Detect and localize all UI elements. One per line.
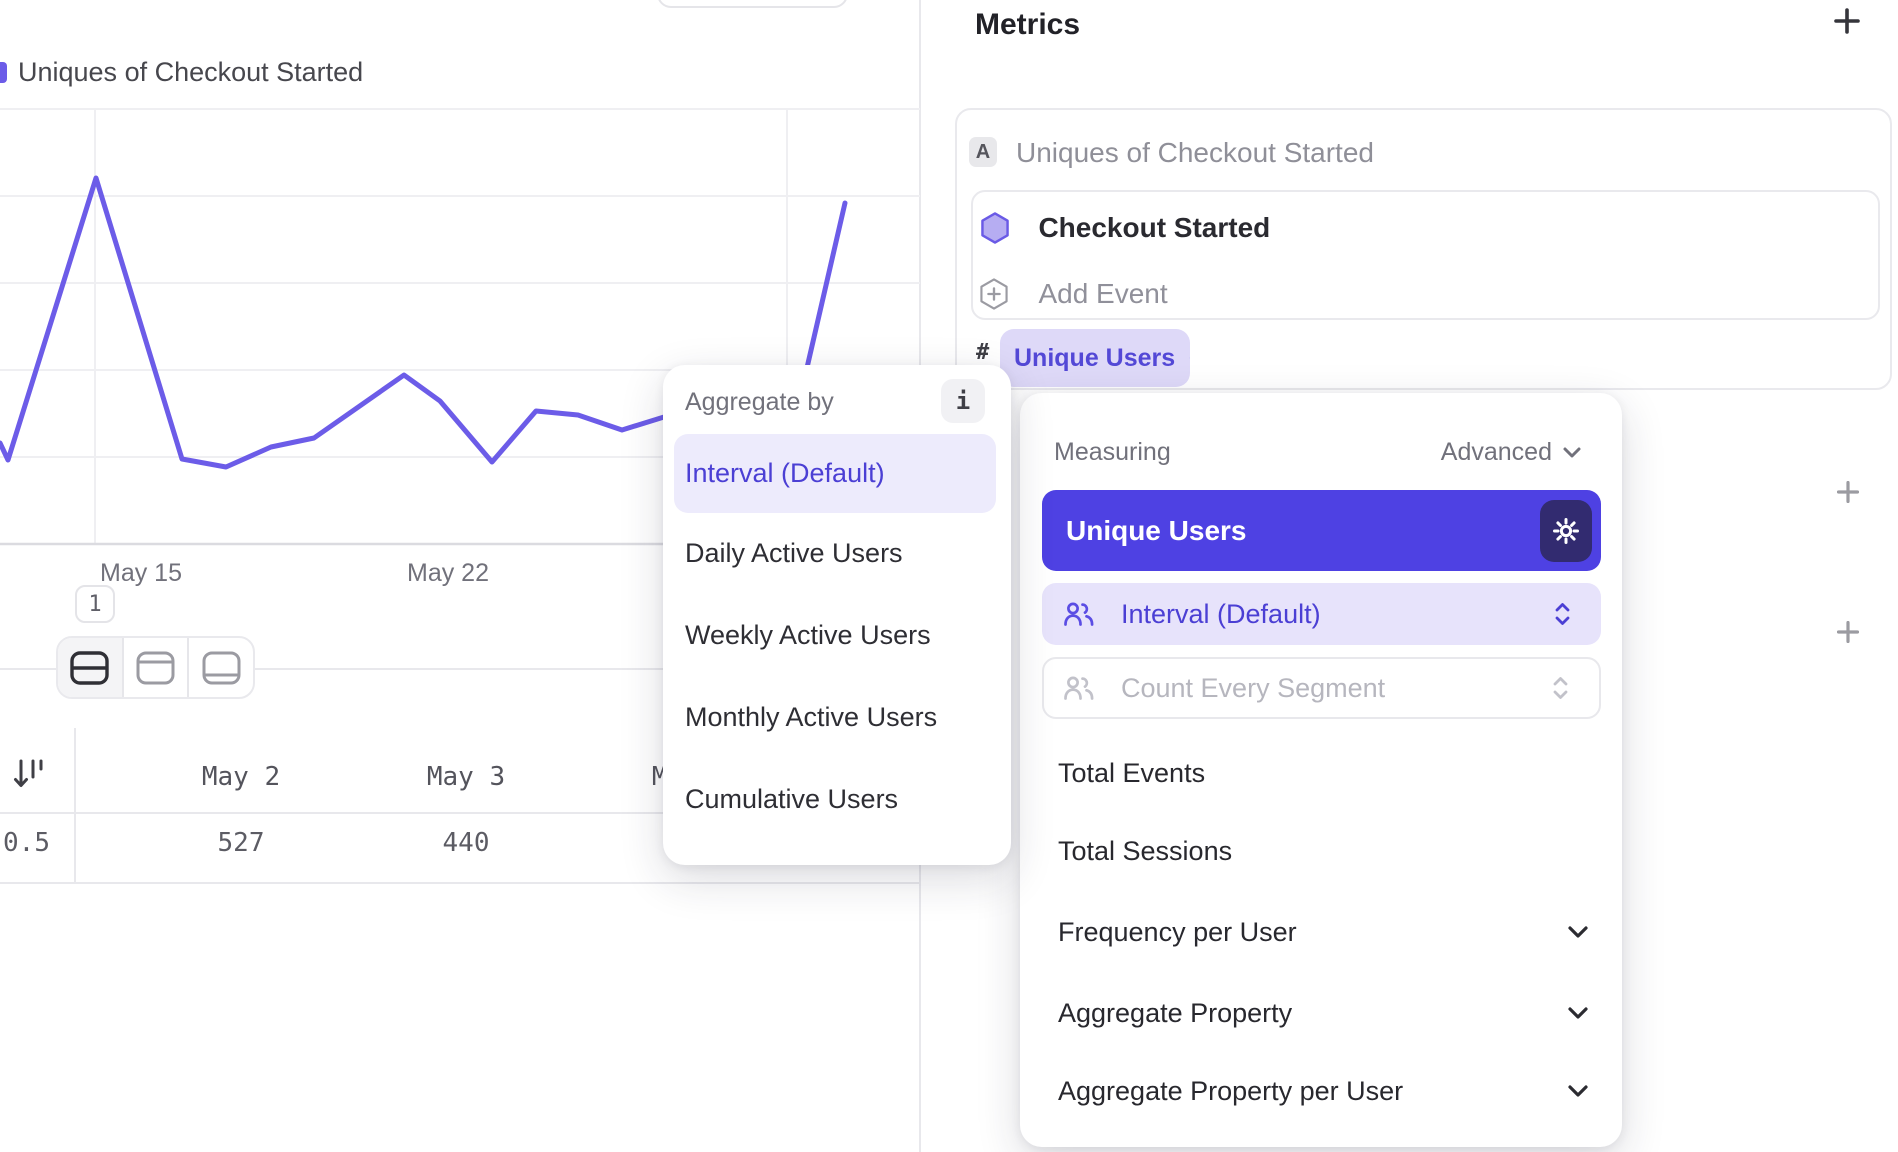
info-icon[interactable]: i bbox=[941, 379, 985, 423]
chevron-down-icon bbox=[1567, 1006, 1589, 1020]
table-cell-value: 440 bbox=[366, 828, 566, 858]
add-event-label: Add Event bbox=[1038, 278, 1167, 309]
svg-text:May 22: May 22 bbox=[407, 559, 489, 587]
people-icon bbox=[1062, 674, 1096, 702]
chart-only-view-button[interactable] bbox=[122, 638, 188, 697]
measure-chip-label: Unique Users bbox=[1014, 344, 1175, 373]
measure-option-frequency-per-user[interactable]: Frequency per User bbox=[1020, 912, 1622, 952]
sort-descending-icon bbox=[12, 756, 46, 792]
table-header-col2[interactable]: May 3 bbox=[366, 762, 566, 792]
svg-text:May 15: May 15 bbox=[100, 559, 182, 587]
table-only-view-button[interactable] bbox=[187, 638, 253, 697]
add-metric-button[interactable] bbox=[1834, 8, 1860, 39]
table-header-col1[interactable]: May 2 bbox=[141, 762, 341, 792]
measure-option-unique-users[interactable]: Unique Users bbox=[1042, 490, 1601, 571]
plus-icon bbox=[1837, 481, 1859, 503]
chevron-down-icon bbox=[1189, 351, 1190, 365]
table-only-view-icon bbox=[202, 651, 241, 685]
event-row[interactable]: Checkout Started bbox=[980, 211, 1270, 245]
aggregate-option-mau[interactable]: Monthly Active Users bbox=[663, 697, 1011, 737]
measure-option-total-sessions[interactable]: Total Sessions bbox=[1020, 831, 1622, 871]
aggregate-option-cumulative[interactable]: Cumulative Users bbox=[663, 779, 1011, 819]
table-row-border bbox=[0, 882, 919, 884]
gear-icon bbox=[1549, 514, 1583, 548]
interval-selector-label: Interval (Default) bbox=[1121, 599, 1321, 630]
table-row-label-clipped: 0.5 bbox=[0, 828, 50, 858]
metric-letter-badge: A bbox=[969, 137, 997, 167]
metrics-panel-title: Metrics bbox=[975, 8, 1080, 42]
add-event-button[interactable]: Add Event bbox=[979, 277, 1168, 311]
measure-option-aggregate-property-per-user[interactable]: Aggregate Property per User bbox=[1020, 1071, 1622, 1111]
plus-icon bbox=[1834, 8, 1860, 34]
page-number-box[interactable]: 1 bbox=[75, 585, 115, 623]
split-view-icon bbox=[70, 651, 109, 685]
table-column-divider bbox=[74, 728, 76, 882]
plus-icon bbox=[1837, 621, 1859, 643]
chart-only-view-icon bbox=[136, 651, 175, 685]
advanced-label: Advanced bbox=[1441, 438, 1552, 467]
chevron-down-icon bbox=[1567, 1084, 1589, 1098]
aggregate-by-popup: Aggregate by i Interval (Default) Daily … bbox=[663, 365, 1011, 865]
measuring-popup-title: Measuring bbox=[1054, 437, 1171, 467]
aggregate-option-wau[interactable]: Weekly Active Users bbox=[663, 615, 1011, 655]
chevron-down-icon bbox=[1562, 446, 1582, 459]
metric-title[interactable]: Uniques of Checkout Started bbox=[1016, 138, 1374, 168]
table-cell-value: 527 bbox=[141, 828, 341, 858]
aggregate-option-dau[interactable]: Daily Active Users bbox=[663, 533, 1011, 573]
advanced-mode-toggle[interactable]: Advanced bbox=[1441, 437, 1582, 467]
measuring-popup: Measuring Advanced Unique Users bbox=[1020, 393, 1622, 1147]
segment-count-selector[interactable]: Count Every Segment bbox=[1042, 657, 1601, 719]
up-down-chevrons-icon bbox=[1552, 674, 1569, 702]
interval-selector[interactable]: Interval (Default) bbox=[1042, 583, 1601, 645]
hexagon-icon bbox=[980, 211, 1010, 245]
people-icon bbox=[1062, 600, 1096, 628]
selected-measure-label: Unique Users bbox=[1066, 515, 1247, 547]
up-down-chevrons-icon bbox=[1554, 600, 1571, 628]
event-name: Checkout Started bbox=[1038, 212, 1270, 243]
segment-count-label: Count Every Segment bbox=[1121, 673, 1385, 704]
sort-button[interactable] bbox=[12, 756, 46, 797]
analytics-app: Uniques of Checkout Started May 15 May 22… bbox=[0, 0, 1898, 1152]
measure-settings-button[interactable] bbox=[1540, 500, 1592, 562]
measure-option-aggregate-property[interactable]: Aggregate Property bbox=[1020, 993, 1622, 1033]
measure-option-total-events[interactable]: Total Events bbox=[1020, 753, 1622, 793]
event-list-card: Checkout Started Add Event bbox=[971, 190, 1880, 320]
measure-type-prefix: # bbox=[976, 340, 989, 366]
aggregate-popup-title: Aggregate by bbox=[685, 387, 834, 417]
split-view-button[interactable] bbox=[58, 638, 122, 697]
add-section-button[interactable] bbox=[1837, 621, 1859, 648]
chevron-down-icon bbox=[1567, 925, 1589, 939]
aggregate-option-interval[interactable]: Interval (Default) bbox=[674, 434, 996, 513]
measure-chip[interactable]: Unique Users bbox=[1000, 329, 1190, 387]
view-toggle bbox=[56, 636, 255, 699]
hexagon-plus-icon bbox=[979, 277, 1009, 311]
add-section-button[interactable] bbox=[1837, 481, 1859, 508]
